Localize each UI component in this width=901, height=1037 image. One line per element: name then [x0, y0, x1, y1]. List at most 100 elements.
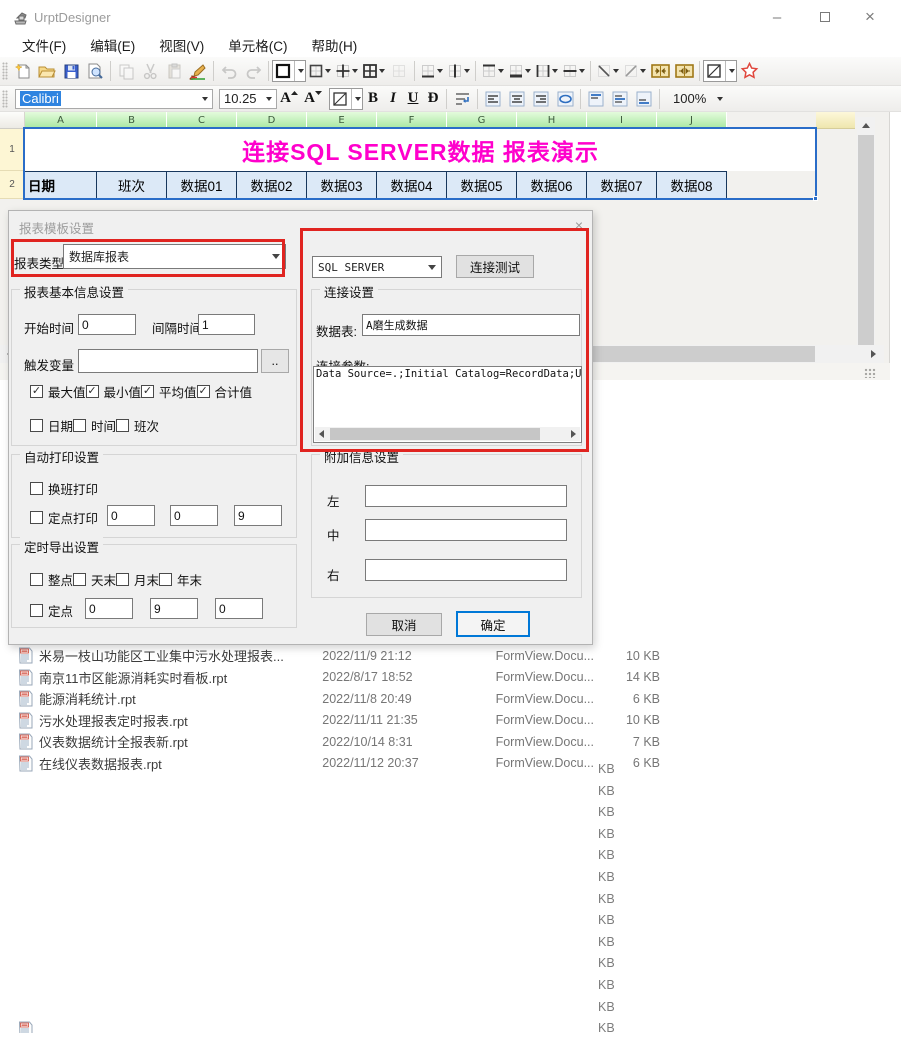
print-time-3[interactable] [234, 505, 282, 526]
ok-button[interactable]: 确定 [456, 611, 530, 637]
start-time-input[interactable] [78, 314, 136, 335]
checkbox-item[interactable]: ✓日期 [30, 416, 73, 435]
trigger-input[interactable] [78, 349, 258, 373]
checkbox-item[interactable]: ✓最小值 [86, 382, 142, 401]
favorite-button[interactable] [737, 59, 761, 83]
menu-item[interactable]: 帮助(H) [300, 36, 370, 57]
checkbox[interactable]: ✓ [73, 573, 86, 586]
diagonal-picker[interactable] [703, 60, 737, 82]
file-row-partial[interactable] [0, 1021, 620, 1033]
header-cell[interactable]: 数据01 [167, 171, 237, 199]
header-cell[interactable]: 数据04 [377, 171, 447, 199]
align-bottom-button[interactable] [632, 87, 656, 111]
format-painter-button[interactable] [186, 59, 210, 83]
checkbox-item[interactable]: ✓月末 [116, 570, 159, 589]
checkbox[interactable]: ✓ [30, 511, 43, 524]
print-preview-button[interactable] [83, 59, 107, 83]
top-border-button[interactable] [479, 59, 506, 83]
header-cell[interactable]: 数据05 [447, 171, 517, 199]
paste-button[interactable] [162, 59, 186, 83]
merge-cells-button[interactable] [648, 59, 672, 83]
header-cell[interactable]: 数据02 [237, 171, 307, 199]
cut-button[interactable] [138, 59, 162, 83]
zoom-combo[interactable]: 100% [669, 89, 727, 109]
save-button[interactable] [59, 59, 83, 83]
unmerge-cells-button[interactable] [672, 59, 696, 83]
align-middle-button[interactable] [608, 87, 632, 111]
header-cell[interactable]: 数据07 [587, 171, 657, 199]
sheet-corner[interactable] [0, 112, 25, 129]
align-top-button[interactable] [584, 87, 608, 111]
italic-button[interactable]: I [383, 87, 403, 111]
align-left-button[interactable] [481, 87, 505, 111]
scroll-left-arrow[interactable] [319, 430, 324, 438]
inner-borders-button[interactable] [333, 59, 360, 83]
column-header[interactable]: E [307, 112, 377, 129]
close-button[interactable]: × [848, 0, 892, 34]
inner-horizontal-border-button[interactable] [560, 59, 587, 83]
params-scroll-thumb[interactable] [330, 428, 540, 440]
dialog-close-button[interactable]: × [567, 215, 591, 235]
browse-button[interactable]: .. [261, 349, 289, 373]
file-row[interactable]: 米易一枝山功能区工业集中污水处理报表... 2022/11/9 21:12 Fo… [0, 645, 660, 667]
column-header[interactable]: B [97, 112, 167, 129]
checkbox-item[interactable]: ✓天末 [73, 570, 116, 589]
point-print-checkbox[interactable]: ✓ 定点打印 [30, 508, 98, 527]
inner-vertical-border-button[interactable] [445, 59, 472, 83]
header-cell[interactable]: 数据06 [517, 171, 587, 199]
maximize-button[interactable] [803, 0, 847, 34]
checkbox-item[interactable]: ✓年末 [159, 570, 202, 589]
menu-item[interactable]: 编辑(E) [78, 36, 147, 57]
checkbox-item[interactable]: ✓整点 [30, 570, 73, 589]
row-header[interactable]: 2 [0, 171, 25, 199]
checkbox[interactable]: ✓ [73, 419, 86, 432]
font-size-combo[interactable]: 10.25 [219, 89, 277, 109]
report-type-combo[interactable]: 数据库报表 [63, 244, 286, 269]
right-input[interactable] [365, 559, 567, 581]
left-right-border-button[interactable] [533, 59, 560, 83]
file-row[interactable]: 南京11市区能源消耗实时看板.rpt 2022/8/17 18:52 FormV… [0, 667, 660, 689]
diagonal-up-button[interactable] [621, 59, 648, 83]
align-right-button[interactable] [529, 87, 553, 111]
file-row[interactable]: 在线仪表数据报表.rpt 2022/11/12 20:37 FormView.D… [0, 753, 660, 775]
fill-handle[interactable] [813, 196, 818, 201]
column-header-partial[interactable] [816, 112, 855, 129]
cancel-button[interactable]: 取消 [366, 613, 442, 636]
header-cell[interactable]: 数据08 [657, 171, 727, 199]
merged-title-cell[interactable]: 连接SQL SERVER数据 报表演示 [25, 129, 816, 171]
shrink-font-button[interactable]: A [301, 87, 325, 111]
underline-button[interactable]: U [403, 87, 423, 111]
left-input[interactable] [365, 485, 567, 507]
export-time-1[interactable] [85, 598, 133, 619]
new-file-button[interactable] [11, 59, 35, 83]
checkbox-item[interactable]: ✓合计值 [197, 382, 253, 401]
row-header[interactable]: 1 [0, 129, 25, 171]
column-header[interactable]: I [587, 112, 657, 129]
checkbox[interactable]: ✓ [116, 573, 129, 586]
header-cell[interactable]: 日期 [25, 171, 97, 199]
copy-button[interactable] [114, 59, 138, 83]
column-header[interactable]: G [447, 112, 517, 129]
column-header[interactable]: D [237, 112, 307, 129]
print-time-1[interactable] [107, 505, 155, 526]
column-header[interactable]: J [657, 112, 727, 129]
header-cell[interactable]: 班次 [97, 171, 167, 199]
scroll-right-arrow[interactable] [571, 430, 576, 438]
connection-params-textarea[interactable]: Data Source=.;Initial Catalog=RecordData… [313, 366, 582, 443]
undo-button[interactable] [217, 59, 241, 83]
merge-across-button[interactable] [553, 87, 577, 111]
checkbox-item[interactable]: ✓班次 [116, 416, 159, 435]
checkbox[interactable]: ✓ [86, 385, 99, 398]
column-header[interactable]: C [167, 112, 237, 129]
bottom-border-button[interactable] [418, 59, 445, 83]
all-borders-button[interactable] [360, 59, 387, 83]
minimize-button[interactable]: – [755, 0, 799, 34]
checkbox[interactable]: ✓ [30, 482, 43, 495]
align-center-button[interactable] [505, 87, 529, 111]
bold-button[interactable]: B [363, 87, 383, 111]
checkbox[interactable]: ✓ [141, 385, 154, 398]
no-border-button[interactable] [387, 59, 411, 83]
checkbox[interactable]: ✓ [30, 385, 43, 398]
checkbox-item[interactable]: ✓平均值 [141, 382, 197, 401]
scroll-up-arrow[interactable] [857, 117, 875, 134]
